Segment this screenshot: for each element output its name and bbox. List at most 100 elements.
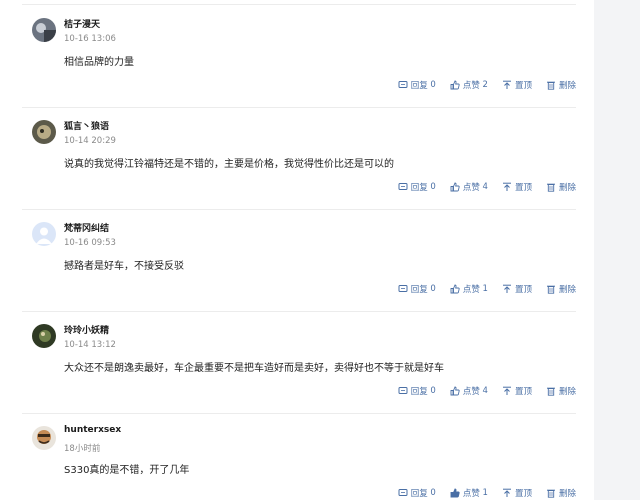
comment-icon [398, 387, 408, 394]
thumbs-up-icon [450, 182, 460, 192]
like-count: 1 [482, 488, 488, 498]
comment-actions: 回复 0 点赞 1 置顶 删除 [384, 487, 576, 499]
delete-button[interactable]: 删除 [546, 79, 576, 91]
like-button[interactable]: 点赞 2 [450, 79, 488, 91]
like-button[interactable]: 点赞 4 [450, 385, 488, 397]
reply-count: 0 [430, 284, 436, 294]
pin-top-label: 置顶 [514, 489, 532, 499]
like-label: 点赞 [462, 285, 480, 295]
comment-text: 说真的我觉得江铃福特还是不错的，主要是价格，我觉得性价比还是可以的 [64, 159, 394, 170]
comment-actions: 回复 0 点赞 2 置顶 删除 [384, 79, 576, 91]
delete-label: 删除 [558, 183, 576, 193]
comment-item: 桔子漫天 10-16 13:06 相信品牌的力量 回复 0 点赞 2 置顶 删除 [22, 5, 576, 108]
comment-actions: 回复 0 点赞 4 置顶 删除 [384, 181, 576, 193]
like-button[interactable]: 点赞 4 [450, 181, 488, 193]
reply-count: 0 [430, 182, 436, 192]
trash-icon [546, 285, 555, 294]
reply-label: 回复 [410, 387, 428, 397]
trash-icon [546, 183, 555, 192]
comment-actions: 回复 0 点赞 4 置顶 删除 [384, 385, 576, 397]
reply-label: 回复 [410, 183, 428, 193]
like-count: 1 [482, 284, 488, 294]
delete-label: 删除 [558, 489, 576, 499]
comment-icon [398, 489, 408, 496]
comment-text: 撼路者是好车，不接受反驳 [64, 261, 184, 272]
pin-top-label: 置顶 [514, 387, 532, 397]
pin-top-button[interactable]: 置顶 [502, 283, 532, 295]
comment-icon [398, 183, 408, 190]
pin-top-label: 置顶 [514, 183, 532, 193]
reply-label: 回复 [410, 489, 428, 499]
like-label: 点赞 [462, 81, 480, 91]
pin-top-button[interactable]: 置顶 [502, 181, 532, 193]
comment-text: 相信品牌的力量 [64, 57, 134, 68]
timestamp: 10-16 09:53 [64, 238, 116, 248]
reply-count: 0 [430, 488, 436, 498]
comment-text: S330真的是不错，开了几年 [64, 465, 190, 476]
delete-button[interactable]: 删除 [546, 487, 576, 499]
comment-item: hunterxsex 18小时前 S330真的是不错，开了几年 回复 0 点赞 … [22, 413, 576, 500]
thumbs-up-icon [450, 284, 460, 294]
delete-label: 删除 [558, 81, 576, 91]
trash-icon [546, 387, 555, 396]
comment-item: 玲玲小妖精 10-14 13:12 大众还不是朗逸卖最好，车企最重要不是把车造好… [22, 311, 576, 414]
reply-button[interactable]: 回复 0 [398, 79, 436, 91]
pin-to-top-icon [502, 386, 511, 395]
timestamp: 10-16 13:06 [64, 34, 116, 44]
avatar[interactable] [32, 18, 56, 42]
reply-button[interactable]: 回复 0 [398, 283, 436, 295]
pin-to-top-icon [502, 182, 511, 191]
delete-label: 删除 [558, 387, 576, 397]
comment-item: 梵蒂冈纠结 10-16 09:53 撼路者是好车，不接受反驳 回复 0 点赞 1… [22, 209, 576, 312]
like-count: 4 [482, 386, 488, 396]
comments-panel: 桔子漫天 10-16 13:06 相信品牌的力量 回复 0 点赞 2 置顶 删除 [0, 0, 594, 500]
delete-label: 删除 [558, 285, 576, 295]
pin-top-button[interactable]: 置顶 [502, 385, 532, 397]
comment-text: 大众还不是朗逸卖最好，车企最重要不是把车造好而是卖好，卖得好也不等于就是好车 [64, 363, 444, 374]
trash-icon [546, 81, 555, 90]
delete-button[interactable]: 删除 [546, 385, 576, 397]
avatar[interactable] [32, 324, 56, 348]
username[interactable]: 桔子漫天 [64, 17, 100, 30]
username[interactable]: 狐言丶狼语 [64, 119, 109, 132]
delete-button[interactable]: 删除 [546, 181, 576, 193]
pin-to-top-icon [502, 284, 511, 293]
pin-top-button[interactable]: 置顶 [502, 79, 532, 91]
comment-item: 狐言丶狼语 10-14 20:29 说真的我觉得江铃福特还是不错的，主要是价格，… [22, 107, 576, 210]
like-count: 4 [482, 182, 488, 192]
trash-icon [546, 489, 555, 498]
like-label: 点赞 [462, 387, 480, 397]
timestamp: 10-14 20:29 [64, 136, 116, 146]
thumbs-up-icon [450, 488, 460, 498]
like-button[interactable]: 点赞 1 [450, 487, 488, 499]
avatar[interactable] [32, 222, 56, 246]
timestamp: 10-14 13:12 [64, 340, 116, 350]
pin-top-label: 置顶 [514, 81, 532, 91]
like-label: 点赞 [462, 489, 480, 499]
username[interactable]: hunterxsex [64, 425, 121, 435]
like-count: 2 [482, 80, 488, 90]
reply-count: 0 [430, 80, 436, 90]
reply-button[interactable]: 回复 0 [398, 385, 436, 397]
reply-button[interactable]: 回复 0 [398, 487, 436, 499]
timestamp: 18小时前 [64, 444, 101, 454]
reply-button[interactable]: 回复 0 [398, 181, 436, 193]
comment-actions: 回复 0 点赞 1 置顶 删除 [384, 283, 576, 295]
username[interactable]: 梵蒂冈纠结 [64, 221, 109, 234]
thumbs-up-icon [450, 386, 460, 396]
pin-to-top-icon [502, 80, 511, 89]
avatar[interactable] [32, 426, 56, 450]
username[interactable]: 玲玲小妖精 [64, 323, 109, 336]
like-button[interactable]: 点赞 1 [450, 283, 488, 295]
thumbs-up-icon [450, 80, 460, 90]
pin-to-top-icon [502, 488, 511, 497]
comment-icon [398, 285, 408, 292]
like-label: 点赞 [462, 183, 480, 193]
pin-top-button[interactable]: 置顶 [502, 487, 532, 499]
reply-count: 0 [430, 386, 436, 396]
comment-icon [398, 81, 408, 88]
delete-button[interactable]: 删除 [546, 283, 576, 295]
reply-label: 回复 [410, 285, 428, 295]
avatar[interactable] [32, 120, 56, 144]
reply-label: 回复 [410, 81, 428, 91]
